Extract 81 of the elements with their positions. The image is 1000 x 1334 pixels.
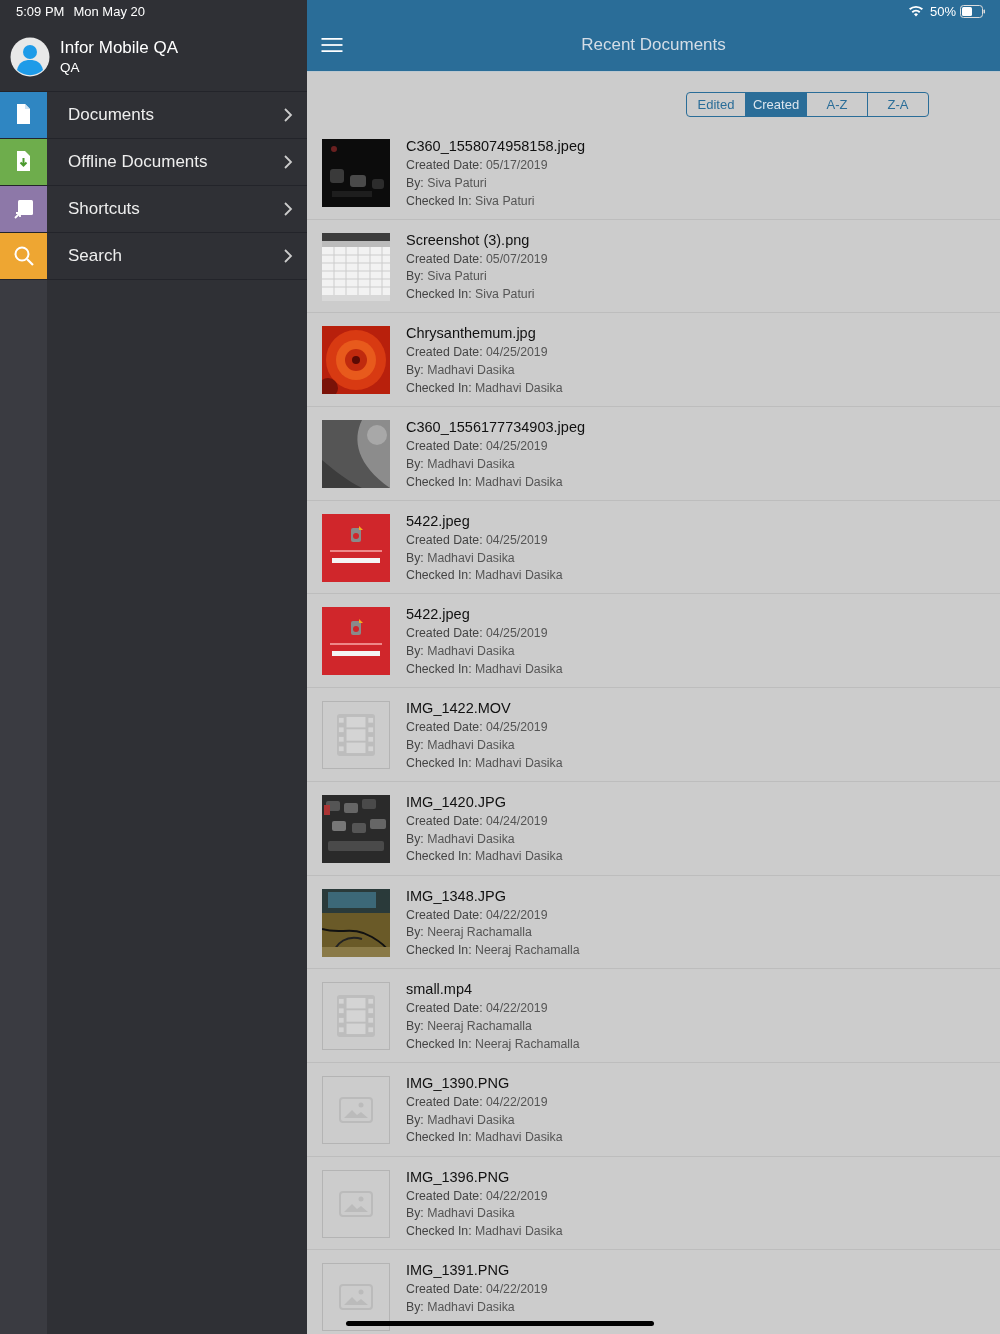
document-name: IMG_1390.PNG — [406, 1074, 511, 1093]
document-detail: Checked In: Siva Paturi — [406, 286, 536, 304]
header-title: Recent Documents — [580, 34, 727, 55]
menu-item[interactable]: Search — [0, 233, 307, 280]
document-name: Chrysanthemum.jpg — [406, 325, 537, 344]
document-detail: Created Date: 04/25/2019 — [406, 438, 549, 456]
menu-label: Shortcuts — [68, 199, 141, 219]
document-row[interactable]: IMG_1420.JPG Created Date: 04/24/2019 By: Madhavi Dasika Checked In: Madhavi Dasika — [307, 781, 1000, 876]
sort-tab[interactable]: Edited — [687, 93, 745, 116]
document-detail: Checked In: Neeraj Rachamalla — [406, 1035, 580, 1053]
document-detail: Checked In: Neeraj Rachamalla — [406, 942, 580, 960]
document-detail: Checked In: Madhavi Dasika — [406, 567, 563, 585]
document-detail: By: Madhavi Dasika — [406, 1111, 516, 1129]
document-detail: Created Date: 04/24/2019 — [406, 812, 549, 830]
document-detail: By: Madhavi Dasika — [406, 455, 516, 473]
document-name: Screenshot (3).png — [406, 231, 531, 250]
document-name: 5422.jpeg — [406, 606, 471, 625]
document-row[interactable]: IMG_1348.JPG Created Date: 04/22/2019 By: Neeraj Rachamalla Checked In: Neeraj Rachamalla — [307, 875, 1000, 970]
profile-role: QA — [60, 60, 81, 75]
menu-item[interactable]: Offline Documents — [0, 139, 307, 186]
document-detail: Created Date: 04/22/2019 — [406, 1000, 549, 1018]
document-detail: Created Date: 04/25/2019 — [406, 531, 549, 549]
document-row[interactable]: small.mp4 Created Date: 04/22/2019 By: Neeraj Rachamalla Checked In: Neeraj Rachamalla — [307, 969, 1000, 1063]
document-detail: Created Date: 04/22/2019 — [406, 1093, 549, 1111]
document-detail: Checked In: Madhavi Dasika — [406, 1223, 563, 1241]
document-detail: By: Madhavi Dasika — [406, 736, 516, 754]
status-time: 5:09 PM — [16, 3, 65, 19]
document-row[interactable]: C360_1556177734903.jpeg Created Date: 04/25/2019 By: Madhavi Dasika Checked In: Madhavi Dasika — [307, 407, 1000, 501]
document-detail: Checked In: Madhavi Dasika — [406, 473, 564, 491]
menu-label: Offline Documents — [68, 152, 209, 172]
document-name: IMG_1420.JPG — [406, 793, 507, 812]
document-row[interactable]: IMG_1390.PNG Created Date: 04/22/2019 By: Madhavi Dasika Checked In: Madhavi Dasika — [307, 1062, 1000, 1157]
document-detail: By: Madhavi Dasika — [406, 1205, 516, 1223]
status-date: Mon May 20 — [73, 3, 145, 19]
document-detail: By: Madhavi Dasika — [406, 643, 516, 661]
menu-item[interactable]: Documents — [0, 92, 307, 139]
battery-percent: 50% — [929, 3, 956, 19]
document-name: IMG_1348.JPG — [406, 887, 507, 906]
document-row[interactable]: 5422.jpeg Created Date: 04/25/2019 By: Madhavi Dasika Checked In: Madhavi Dasika — [307, 594, 1000, 689]
document-row[interactable]: IMG_1396.PNG Created Date: 04/22/2019 By: Madhavi Dasika Checked In: Madhavi Dasika — [307, 1156, 1000, 1251]
document-row[interactable]: IMG_1422.MOV Created Date: 04/25/2019 By: Madhavi Dasika Checked In: Madhavi Dasika — [307, 688, 1000, 782]
document-row[interactable]: Screenshot (3).png Created Date: 05/07/2019 By: Siva Paturi Checked In: Siva Paturi — [307, 219, 1000, 314]
document-detail: By: Siva Paturi — [406, 174, 488, 192]
document-detail: By: Madhavi Dasika — [406, 1299, 516, 1317]
document-detail: Created Date: 04/25/2019 — [406, 625, 549, 643]
document-detail: By: Madhavi Dasika — [406, 549, 516, 567]
document-detail: Checked In: Madhavi Dasika — [406, 1129, 563, 1147]
document-detail: By: Neeraj Rachamalla — [406, 1018, 533, 1035]
sort-tab[interactable]: Created — [745, 93, 806, 116]
document-detail: Checked In: Madhavi Dasika — [406, 661, 563, 679]
document-detail: Created Date: 04/22/2019 — [406, 1281, 548, 1299]
document-detail: Created Date: 05/17/2019 — [406, 157, 549, 174]
document-detail: Created Date: 05/07/2019 — [406, 250, 548, 268]
profile-name: Infor Mobile QA — [60, 38, 179, 58]
document-detail: By: Neeraj Rachamalla — [406, 924, 533, 942]
document-name: C360_1556177734903.jpeg — [406, 419, 585, 438]
document-detail: By: Siva Paturi — [406, 268, 488, 286]
document-detail: Created Date: 04/25/2019 — [406, 344, 549, 362]
document-detail: Created Date: 04/25/2019 — [406, 719, 549, 737]
document-row[interactable]: 5422.jpeg Created Date: 04/25/2019 By: Madhavi Dasika Checked In: Madhavi Dasika — [307, 500, 1000, 595]
document-name: IMG_1391.PNG — [406, 1262, 511, 1281]
document-row[interactable]: C360_1558074958158.jpeg Created Date: 05/17/2019 By: Siva Paturi Checked In: Siva Paturi — [307, 126, 1000, 220]
document-name: 5422.jpeg — [406, 512, 471, 531]
document-name: C360_1558074958158.jpeg — [406, 138, 585, 156]
document-detail: Created Date: 04/22/2019 — [406, 906, 549, 924]
document-detail: Checked In: Madhavi Dasika — [406, 754, 563, 772]
sort-tab[interactable]: A-Z — [806, 93, 867, 116]
document-detail: Checked In: Madhavi Dasika — [406, 848, 563, 866]
menu-item[interactable]: Shortcuts — [0, 186, 307, 233]
document-detail: By: Madhavi Dasika — [406, 830, 516, 848]
document-detail: Checked In: Siva Paturi — [406, 192, 536, 210]
document-detail: Created Date: 04/22/2019 — [406, 1187, 549, 1205]
document-name: small.mp4 — [406, 981, 474, 1000]
document-detail: By: Madhavi Dasika — [406, 362, 516, 380]
sort-tab[interactable]: Z-A — [867, 93, 928, 116]
menu-label: Search — [68, 246, 123, 266]
document-name: IMG_1422.MOV — [406, 700, 512, 719]
document-detail: Checked In: Madhavi Dasika — [406, 379, 563, 397]
document-row[interactable]: Chrysanthemum.jpg Created Date: 04/25/2019 By: Madhavi Dasika Checked In: Madhavi Dasika — [307, 313, 1000, 408]
document-name: IMG_1396.PNG — [406, 1168, 511, 1187]
menu-label: Documents — [68, 105, 155, 125]
